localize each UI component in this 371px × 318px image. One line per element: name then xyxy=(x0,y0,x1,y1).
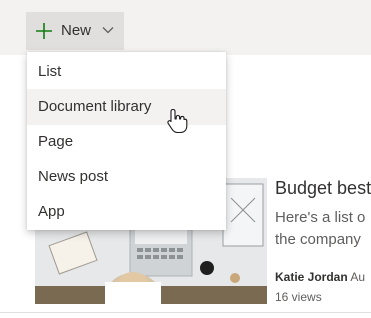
new-button-label: New xyxy=(61,22,92,39)
menu-item-list[interactable]: List xyxy=(27,54,226,90)
author-suffix: Au xyxy=(347,270,366,284)
article-views: 16 views xyxy=(275,290,322,304)
plus-icon xyxy=(36,23,52,39)
article-description: Here's a list o the company xyxy=(275,207,371,251)
article-description-line-1: Here's a list o xyxy=(275,209,366,226)
author-name[interactable]: Katie Jordan xyxy=(275,270,348,284)
new-button[interactable]: New xyxy=(26,12,124,50)
menu-item-document-library[interactable]: Document library xyxy=(27,89,226,125)
chevron-down-icon[interactable] xyxy=(102,25,114,35)
menu-item-app[interactable]: App xyxy=(27,194,226,230)
menu-item-news-post[interactable]: News post xyxy=(27,159,226,195)
new-dropdown-menu: List Document library Page News post App xyxy=(27,52,226,230)
command-bar: New xyxy=(0,0,371,55)
menu-item-page[interactable]: Page xyxy=(27,124,226,160)
article-title[interactable]: Budget best xyxy=(275,178,371,199)
divider xyxy=(0,312,371,313)
article-author: Katie Jordan Au xyxy=(275,270,365,284)
hand-cursor-icon xyxy=(167,108,188,134)
article-description-line-2: the company xyxy=(275,231,361,248)
